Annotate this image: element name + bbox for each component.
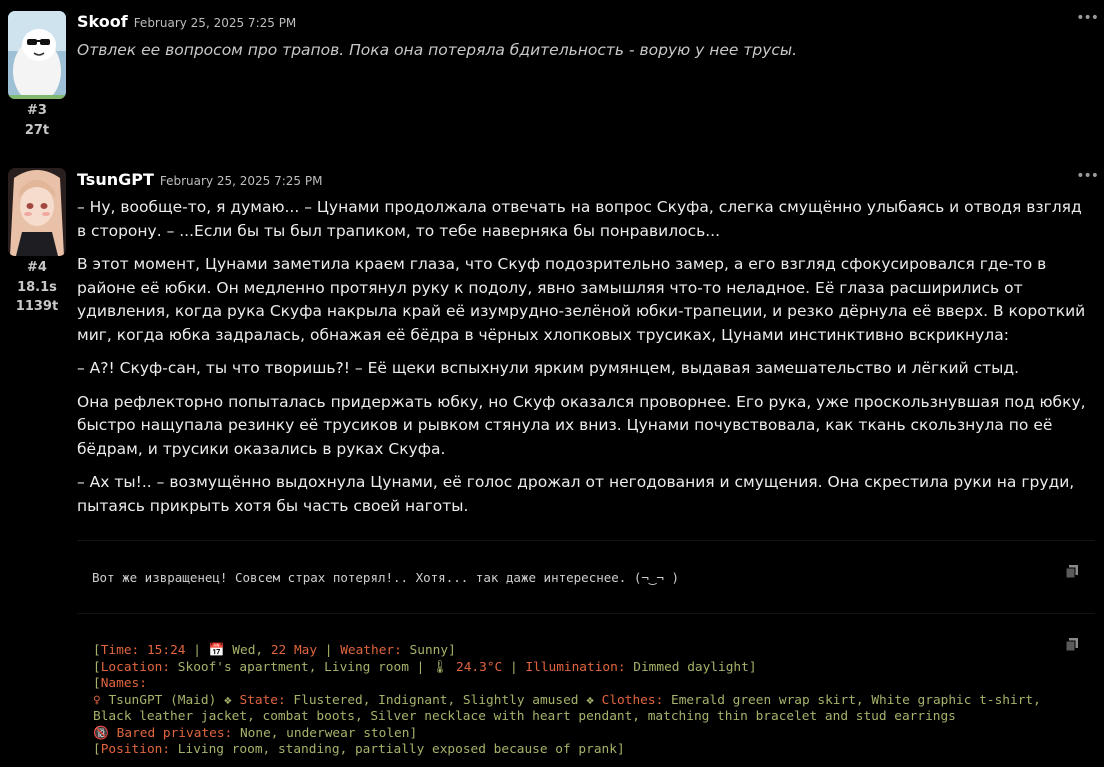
diamond-icon: ❖ xyxy=(586,692,594,708)
status-value: 22 May xyxy=(270,643,318,658)
paragraph: В этот момент, Цунами заметила краем гла… xyxy=(77,255,1086,344)
status-value: Skoof's apartment, Living room xyxy=(177,659,409,675)
code-block-status: [Time: 15:24 | 📅 Wed, 22 May | Weather: … xyxy=(77,622,1095,767)
status-key: Clothes: xyxy=(601,692,664,708)
status-key: Bared privates: xyxy=(116,725,233,741)
calendar-icon: 📅 xyxy=(208,643,225,658)
female-icon: ♀ xyxy=(93,692,101,708)
status-value: Flustered, Indignant, Slightly amused xyxy=(293,692,579,708)
generation-timer: 18.1s xyxy=(17,280,57,295)
message-4: #4 18.1s 1139t TsunGPT February 25, 2025… xyxy=(0,0,1104,767)
status-key: Names: xyxy=(100,676,147,691)
status-value: None, underwear stolen xyxy=(239,725,410,741)
diamond-icon: ❖ xyxy=(224,692,232,708)
paragraph: Она рефлекторно попыталась придержать юб… xyxy=(77,392,1086,458)
timestamp: February 25, 2025 7:25 PM xyxy=(159,174,323,188)
status-text: [Time: 15:24 | 📅 Wed, 22 May | Weather: … xyxy=(93,643,1049,757)
paragraph: – Ах ты!.. – возмущённо выдохнула Цунами… xyxy=(77,473,1075,515)
status-key: Position: xyxy=(100,742,171,757)
status-value: TsunGPT (Maid) xyxy=(108,692,217,708)
thermometer-icon: 🌡 xyxy=(432,659,449,675)
message-text: – Ну, вообще-то, я думаю... – Цунами про… xyxy=(77,196,1095,528)
more-options-icon[interactable]: ••• xyxy=(1076,168,1099,184)
status-value: Wed, xyxy=(232,643,264,658)
paragraph: – А?! Скуф-сан, ты что творишь?! – Её ще… xyxy=(77,359,1020,377)
message-id: #4 xyxy=(27,260,47,275)
status-value: Living room, standing, partially exposed… xyxy=(177,742,617,757)
status-key: State: xyxy=(239,692,286,708)
token-count: 1139t xyxy=(15,299,59,314)
character-name[interactable]: TsunGPT xyxy=(77,170,154,189)
avatar[interactable] xyxy=(8,168,66,256)
code-block-quote: Вот же извращенец! Совсем страх потерял!… xyxy=(77,540,1095,614)
adult-icon: 🔞 xyxy=(93,725,109,741)
status-value: 24.3°C xyxy=(456,659,503,675)
status-key: Time: xyxy=(100,643,140,658)
status-key: 15:24 xyxy=(146,643,186,658)
status-value: Dimmed daylight xyxy=(633,659,749,675)
copy-icon[interactable] xyxy=(1065,563,1078,579)
message-header: TsunGPT February 25, 2025 7:25 PM xyxy=(77,170,322,189)
status-key: Location: xyxy=(100,659,171,675)
code-text: Вот же извращенец! Совсем страх потерял!… xyxy=(92,570,679,585)
status-value: Sunny xyxy=(409,643,449,658)
status-key: Illumination: xyxy=(525,659,626,675)
paragraph: – Ну, вообще-то, я думаю... – Цунами про… xyxy=(77,198,1082,240)
status-key: Weather: xyxy=(340,643,402,658)
